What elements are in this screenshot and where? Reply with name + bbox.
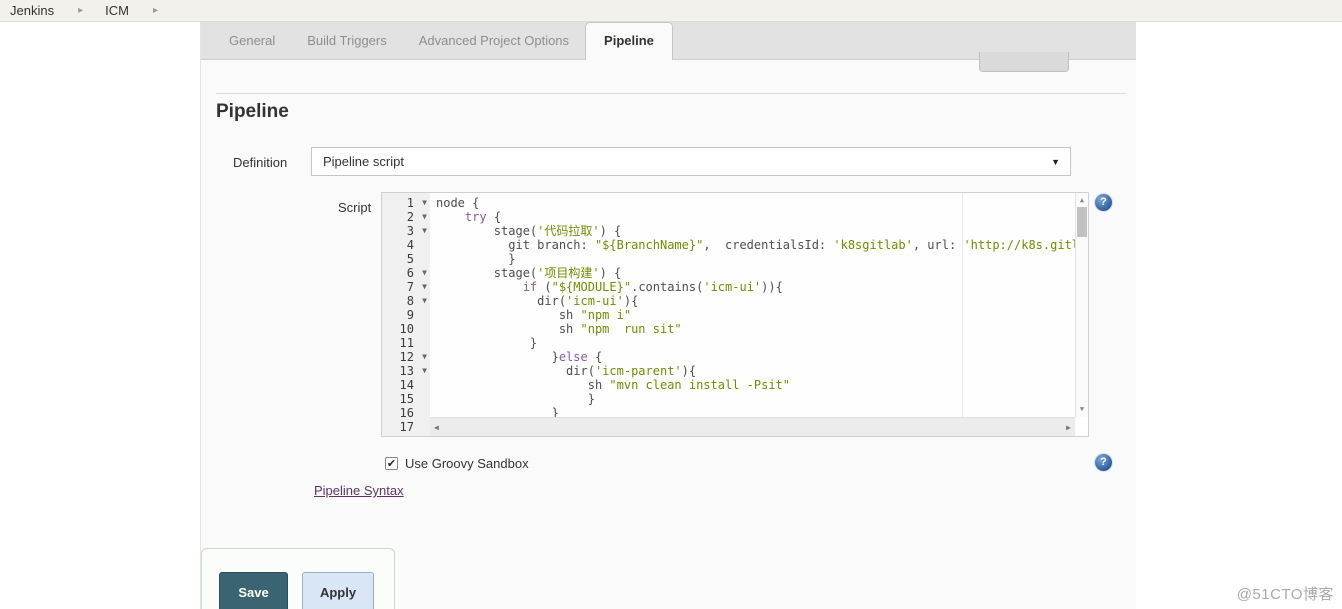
- line-number[interactable]: 16: [382, 406, 430, 420]
- line-number[interactable]: 8 ▼: [382, 294, 430, 308]
- breadcrumb-item[interactable]: ICM: [105, 3, 129, 18]
- definition-label: Definition: [233, 155, 288, 170]
- groovy-sandbox-label: Use Groovy Sandbox: [405, 456, 529, 471]
- line-number[interactable]: 14: [382, 378, 430, 392]
- script-editor[interactable]: 1▼2▼3▼456▼7▼8▼9101112▼13▼1415161718 node…: [381, 192, 1089, 437]
- code-line: }: [436, 336, 538, 350]
- tab-build-triggers[interactable]: Build Triggers: [291, 23, 402, 59]
- scroll-up-icon[interactable]: ▲: [1076, 195, 1088, 206]
- sandbox-row: ✔ Use Groovy Sandbox: [385, 456, 529, 471]
- vertical-scroll-thumb[interactable]: [1077, 207, 1087, 237]
- editor-horizontal-scrollbar[interactable]: ◀ ▶: [430, 417, 1075, 436]
- definition-select[interactable]: Pipeline script ▼: [311, 147, 1071, 176]
- code-line: }: [436, 406, 559, 417]
- page-title: Pipeline: [216, 101, 289, 122]
- code-line: sh "mvn clean install -Psit": [436, 378, 791, 392]
- line-number[interactable]: 15: [382, 392, 430, 406]
- code-line: dir('icm-ui'){: [436, 294, 639, 308]
- fold-arrow-icon[interactable]: ▼: [422, 210, 427, 224]
- scroll-down-icon[interactable]: ▼: [1076, 404, 1088, 415]
- line-number[interactable]: 18: [382, 434, 430, 436]
- code-line: node {: [436, 196, 480, 210]
- line-number[interactable]: 7 ▼: [382, 280, 430, 294]
- pipeline-syntax-link[interactable]: Pipeline Syntax: [314, 483, 404, 498]
- fold-arrow-icon[interactable]: ▼: [422, 224, 427, 238]
- breadcrumb-arrow-icon: ▸: [152, 5, 158, 16]
- line-number[interactable]: 4: [382, 238, 430, 252]
- print-margin: [962, 193, 963, 417]
- tab-advanced-project-options[interactable]: Advanced Project Options: [403, 23, 585, 59]
- fold-arrow-icon[interactable]: ▼: [422, 196, 427, 210]
- groovy-sandbox-checkbox[interactable]: ✔: [385, 457, 398, 470]
- fold-arrow-icon[interactable]: ▼: [422, 364, 427, 378]
- save-button[interactable]: Save: [219, 572, 288, 609]
- config-panel: General Build Triggers Advanced Project Op…: [200, 22, 1136, 609]
- code-line: stage('代码拉取') {: [436, 224, 622, 238]
- fold-arrow-icon[interactable]: ▼: [422, 280, 427, 294]
- code-line: sh "npm run sit": [436, 322, 682, 336]
- line-number[interactable]: 9: [382, 308, 430, 322]
- line-number[interactable]: 13 ▼: [382, 364, 430, 378]
- tab-pipeline[interactable]: Pipeline: [585, 22, 673, 60]
- watermark: @51CTO博客: [1236, 586, 1334, 603]
- save-panel: Save Apply: [201, 548, 395, 609]
- line-number[interactable]: 5: [382, 252, 430, 266]
- line-number[interactable]: 3 ▼: [382, 224, 430, 238]
- section-divider: [216, 93, 1126, 94]
- chevron-down-icon: ▼: [1051, 157, 1060, 167]
- definition-select-value: Pipeline script: [323, 154, 404, 169]
- line-number[interactable]: 11: [382, 336, 430, 350]
- editor-vertical-scrollbar[interactable]: ▲ ▼: [1075, 193, 1088, 417]
- editor-code-area[interactable]: node { try { stage('代码拉取') { git branch:…: [430, 193, 1075, 417]
- help-icon[interactable]: ?: [1095, 454, 1112, 471]
- line-number[interactable]: 10: [382, 322, 430, 336]
- code-line: dir('icm-parent'){: [436, 364, 697, 378]
- scroll-left-icon[interactable]: ◀: [434, 421, 439, 435]
- fold-arrow-icon[interactable]: ▼: [422, 350, 427, 364]
- line-number[interactable]: 2 ▼: [382, 210, 430, 224]
- script-label: Script: [338, 200, 372, 215]
- breadcrumb-arrow-icon: ▸: [78, 5, 84, 16]
- line-number[interactable]: 1 ▼: [382, 196, 430, 210]
- apply-button[interactable]: Apply: [302, 572, 374, 609]
- code-line: if ("${MODULE}".contains('icm-ui')){: [522, 280, 783, 294]
- fold-arrow-icon[interactable]: ▼: [422, 266, 427, 280]
- code-line: }else {: [436, 350, 603, 364]
- code-line: git branch: "${BranchName}", credentials…: [436, 238, 1075, 252]
- code-line: sh "npm i": [436, 308, 632, 322]
- line-number[interactable]: 17: [382, 420, 430, 434]
- help-icon[interactable]: ?: [1095, 194, 1112, 211]
- editor-gutter[interactable]: 1▼2▼3▼456▼7▼8▼9101112▼13▼1415161718: [382, 193, 430, 436]
- code-line: }: [436, 392, 595, 406]
- fold-arrow-icon[interactable]: ▼: [422, 294, 427, 308]
- code-line: stage('项目构建') {: [436, 266, 622, 280]
- code-line: }: [436, 252, 516, 266]
- partial-button[interactable]: [979, 52, 1069, 72]
- breadcrumb-item[interactable]: Jenkins: [10, 3, 54, 18]
- tab-general[interactable]: General: [213, 23, 291, 59]
- scroll-right-icon[interactable]: ▶: [1066, 421, 1071, 435]
- line-number[interactable]: 12 ▼: [382, 350, 430, 364]
- line-number[interactable]: 6 ▼: [382, 266, 430, 280]
- breadcrumb: Jenkins ▸ ICM ▸: [0, 0, 1342, 22]
- code-line: try {: [464, 210, 502, 224]
